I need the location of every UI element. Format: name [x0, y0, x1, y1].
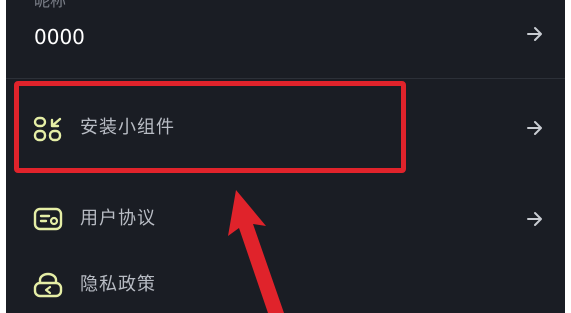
- highlight-box: [14, 81, 406, 173]
- menu-item-label: 用户协议: [80, 208, 156, 229]
- divider: [6, 78, 565, 79]
- nickname-row[interactable]: 昵称 0000: [6, 0, 565, 78]
- menu-item-label: 隐私政策: [80, 274, 156, 295]
- nickname-label: 昵称: [34, 0, 67, 10]
- privacy-icon: [33, 272, 63, 298]
- arrow-right-icon: [527, 212, 542, 226]
- red-arrow-icon: [228, 190, 284, 313]
- nickname-value: 0000: [34, 25, 85, 49]
- settings-screen: 昵称 0000 安装小组件 用户协议 隐私政策: [6, 0, 565, 313]
- arrow-right-icon: [527, 27, 542, 41]
- agreement-icon: [33, 207, 63, 231]
- arrow-right-icon: [527, 121, 542, 135]
